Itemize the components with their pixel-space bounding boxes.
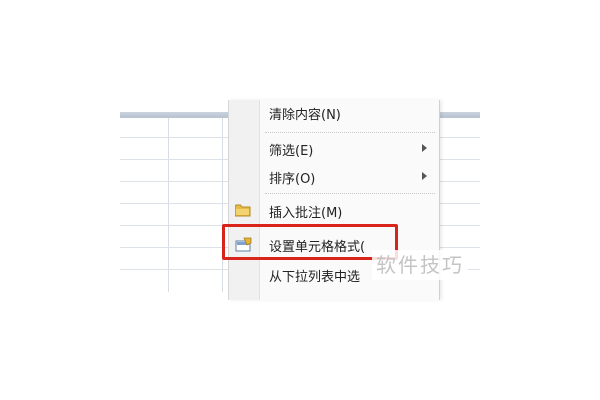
- submenu-arrow-icon: [422, 144, 427, 152]
- submenu-arrow-icon: [422, 172, 427, 180]
- menu-item-insert-comment[interactable]: 插入批注(M): [229, 196, 439, 226]
- watermark: 软件技巧: [372, 250, 468, 280]
- menu-separator: [265, 193, 435, 195]
- menu-item-label: 排序(O): [269, 172, 316, 187]
- menu-item-sort[interactable]: 排序(O): [229, 162, 439, 192]
- menu-item-filter[interactable]: 筛选(E): [229, 134, 439, 164]
- menu-item-label: 从下拉列表中选: [269, 270, 361, 285]
- menu-item-label: 插入批注(M): [269, 206, 343, 221]
- menu-item-label: 清除内容(N): [269, 108, 341, 123]
- folder-icon: [235, 204, 251, 217]
- grid-column-line: [222, 118, 223, 292]
- menu-item-clear-contents[interactable]: 清除内容(N): [229, 100, 439, 130]
- grid-column-line: [168, 118, 169, 292]
- menu-item-label: 筛选(E): [269, 144, 314, 159]
